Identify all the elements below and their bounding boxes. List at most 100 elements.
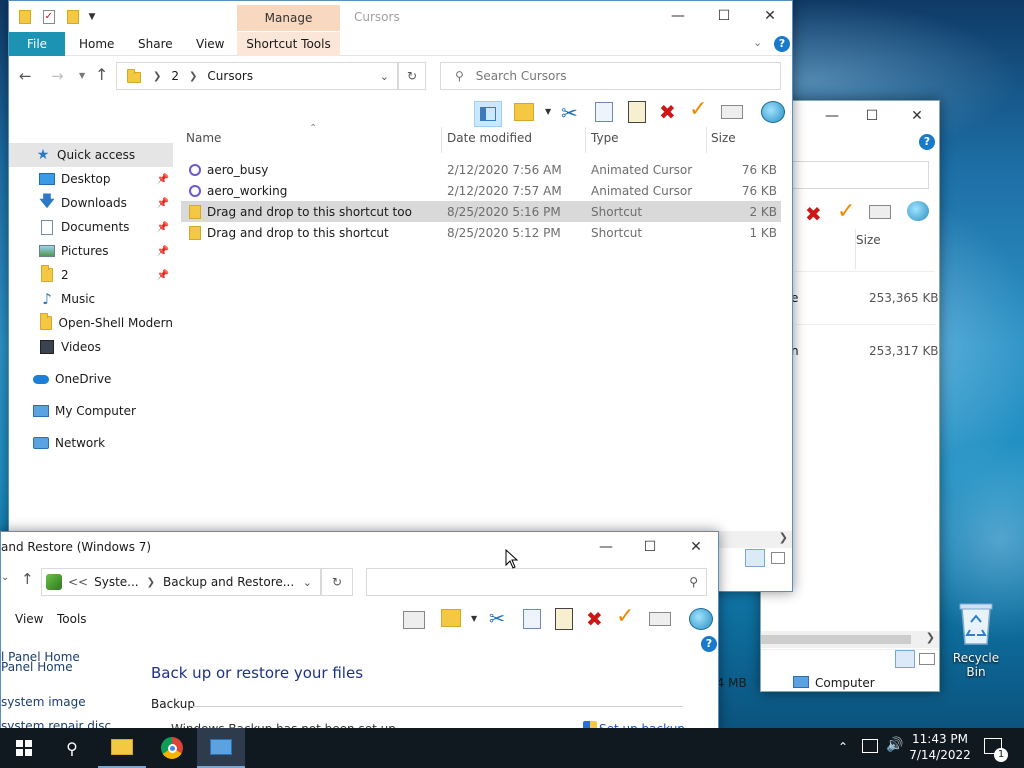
table-row[interactable]: aero_working 2/12/2020 7:57 AM Animated … (181, 180, 781, 201)
column-size-header[interactable]: Size (711, 131, 736, 145)
breadcrumb-item[interactable]: 2 (171, 69, 179, 83)
delete-icon[interactable]: ✖ (659, 100, 676, 124)
control-panel-taskbar-button[interactable] (197, 728, 245, 768)
nav-onedrive[interactable]: OneDrive (9, 367, 173, 391)
paste-icon[interactable] (555, 608, 573, 630)
new-folder-icon[interactable] (66, 9, 79, 24)
refresh-button[interactable]: ↻ (398, 62, 426, 90)
table-row-selected[interactable]: Drag and drop to this shortcut too 8/25/… (181, 201, 781, 222)
task-link[interactable]: system image (1, 695, 86, 709)
recycle-bin[interactable]: Recycle Bin (944, 600, 1008, 679)
pin-icon[interactable]: 📌 (157, 174, 169, 185)
backup-restore-window[interactable]: and Restore (Windows 7) — ☐ ✕ ⌄ ↑ << Sys… (0, 531, 719, 736)
chrome-taskbar-button[interactable] (148, 728, 196, 768)
delete-icon[interactable]: ✖ (805, 202, 822, 226)
tab-home[interactable]: Home (79, 37, 114, 51)
folder-options-dropdown-icon[interactable]: ▼ (545, 107, 551, 116)
tab-share[interactable]: Share (138, 37, 173, 51)
search-box[interactable] (791, 161, 929, 189)
pin-icon[interactable]: 📌 (157, 198, 169, 209)
nav-pictures[interactable]: Pictures 📌 (9, 239, 173, 263)
expand-ribbon-icon[interactable]: ⌄ (753, 36, 762, 49)
open-shell-icon[interactable] (907, 201, 929, 221)
folder-options-icon[interactable] (441, 609, 461, 627)
up-icon[interactable]: ↑ (21, 570, 34, 588)
navigation-pane-button[interactable] (403, 611, 425, 629)
recent-locations-icon[interactable]: ⌄ (1, 572, 9, 583)
column-name-header[interactable]: Name (186, 131, 221, 145)
breadcrumb-overflow[interactable]: << (68, 575, 88, 589)
properties-check-icon[interactable]: ✓ (42, 9, 55, 24)
up-icon[interactable]: ↑ (95, 65, 108, 84)
cut-icon[interactable]: ✂ (561, 101, 578, 125)
close-button[interactable]: ✕ (747, 1, 793, 31)
file-explorer-taskbar-button[interactable] (98, 728, 146, 768)
start-button[interactable] (0, 728, 48, 768)
search-box[interactable]: ⚲ (366, 568, 707, 596)
breadcrumb-item[interactable]: Syste... (94, 575, 139, 589)
nav-videos[interactable]: Videos (9, 335, 173, 359)
menu-tools[interactable]: Tools (57, 612, 87, 626)
maximize-button[interactable]: ☐ (627, 532, 673, 562)
column-divider[interactable] (441, 127, 442, 153)
recent-locations-icon[interactable]: ▼ (79, 71, 85, 80)
rename-icon[interactable]: ✓ (689, 97, 707, 122)
close-button[interactable]: ✕ (673, 532, 719, 562)
nav-downloads[interactable]: 🡇 Downloads 📌 (9, 191, 173, 215)
table-row[interactable]: Drag and drop to this shortcut 8/25/2020… (181, 222, 781, 243)
close-button[interactable]: ✕ (894, 101, 940, 131)
nav-network[interactable]: Network (9, 431, 173, 455)
properties-icon[interactable] (869, 205, 891, 219)
title-bar[interactable]: ✓ ▼ Manage Cursors — ☐ ✕ (9, 1, 792, 33)
copy-icon[interactable] (523, 609, 541, 629)
volume-icon[interactable]: 🔊 (886, 737, 903, 753)
details-view-icon[interactable] (745, 549, 765, 567)
help-icon[interactable]: ? (774, 36, 790, 52)
address-bar[interactable]: << Syste... ❯ Backup and Restore... ⌄ (41, 568, 321, 596)
pin-icon[interactable]: 📌 (157, 246, 169, 257)
tab-shortcut-tools[interactable]: Shortcut Tools (237, 32, 340, 56)
open-shell-icon[interactable] (689, 608, 713, 630)
nav-open-shell-modern[interactable]: Open-Shell Modern (9, 311, 173, 335)
horizontal-scrollbar[interactable]: ❯ (709, 531, 792, 548)
maximize-button[interactable]: ☐ (849, 101, 895, 131)
column-date-header[interactable]: Date modified (447, 131, 532, 145)
scroll-right-icon[interactable]: ❯ (926, 631, 935, 644)
folder-icon[interactable] (19, 9, 31, 24)
nav-folder-2[interactable]: 2 📌 (9, 263, 173, 287)
rename-icon[interactable]: ✓ (837, 199, 855, 224)
folder-options-dropdown-icon[interactable]: ▼ (471, 614, 477, 623)
properties-icon[interactable] (649, 612, 671, 626)
breadcrumb-item[interactable]: Backup and Restore... (163, 575, 294, 589)
refresh-button[interactable]: ↻ (321, 568, 353, 596)
task-link[interactable]: Panel Home (1, 660, 73, 674)
column-size-header[interactable]: Size (856, 233, 881, 247)
address-dropdown-icon[interactable]: ⌄ (380, 70, 389, 83)
tab-file[interactable]: File (9, 32, 65, 56)
paste-icon[interactable] (628, 101, 646, 123)
table-row[interactable]: aero_busy 2/12/2020 7:56 AM Animated Cur… (181, 159, 781, 180)
pin-icon[interactable]: 📌 (157, 270, 169, 281)
column-divider[interactable] (706, 127, 707, 153)
details-view-icon[interactable] (895, 650, 915, 668)
tab-view[interactable]: View (196, 37, 224, 51)
open-shell-icon[interactable] (761, 101, 785, 123)
customize-toolbar-icon[interactable]: ▼ (88, 12, 95, 22)
scrollbar-thumb[interactable] (761, 635, 911, 644)
menu-view[interactable]: View (15, 612, 43, 626)
column-type-header[interactable]: Type (591, 131, 619, 145)
help-icon[interactable]: ? (701, 636, 717, 652)
navigation-pane-button[interactable] (474, 101, 502, 127)
show-hidden-icons-icon[interactable]: ⌃ (838, 740, 848, 754)
network-icon[interactable] (862, 739, 878, 753)
properties-icon[interactable] (721, 105, 743, 119)
column-divider[interactable] (585, 127, 586, 153)
cut-icon[interactable]: ✂ (489, 608, 505, 630)
breadcrumb-item[interactable]: Cursors (207, 69, 253, 83)
minimize-button[interactable]: — (655, 1, 701, 31)
large-icons-view-icon[interactable] (771, 552, 785, 564)
nav-quick-access[interactable]: ★ Quick access (9, 143, 173, 167)
explorer-window[interactable]: ✓ ▼ Manage Cursors — ☐ ✕ File Home Share… (8, 0, 793, 592)
search-button[interactable]: ⚲ (48, 728, 96, 768)
nav-music[interactable]: ♪ Music (9, 287, 173, 311)
